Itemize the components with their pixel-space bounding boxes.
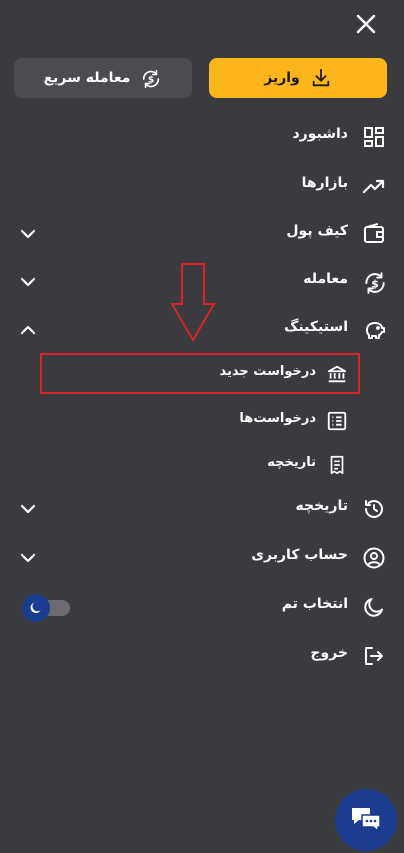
chevron-down-icon bbox=[18, 224, 38, 244]
menu-label-history: تاریخچه bbox=[295, 498, 349, 514]
menu-label-wallet: کیف پول bbox=[286, 223, 348, 239]
menu-label-markets: بازارها bbox=[301, 175, 348, 191]
annotation-highlight-box bbox=[40, 353, 360, 394]
annotation-arrow bbox=[170, 263, 216, 342]
menu-label-theme: انتخاب تم bbox=[281, 596, 348, 612]
submenu-label-requests: درخواست‌ها bbox=[239, 411, 316, 426]
wallet-icon bbox=[362, 222, 386, 246]
chevron-up-icon bbox=[18, 320, 38, 340]
trending-up-icon bbox=[362, 174, 386, 198]
user-icon bbox=[362, 546, 386, 570]
menu-item-wallet[interactable]: کیف پول bbox=[0, 214, 404, 254]
menu-item-markets[interactable]: بازارها bbox=[0, 166, 404, 206]
menu-label-logout: خروج bbox=[310, 645, 348, 661]
toggle-knob bbox=[22, 594, 50, 622]
menu-item-logout[interactable]: خروج bbox=[0, 636, 404, 676]
dashboard-icon bbox=[362, 125, 386, 149]
menu-item-history[interactable]: تاریخچه bbox=[0, 489, 404, 529]
menu-label-dashboard: داشبورد bbox=[292, 126, 349, 142]
logout-icon bbox=[362, 644, 386, 668]
chat-button[interactable] bbox=[335, 789, 397, 851]
theme-toggle[interactable] bbox=[22, 594, 70, 622]
submenu-item-requests[interactable]: درخواست‌ها bbox=[0, 403, 404, 439]
svg-text:$: $ bbox=[148, 75, 154, 86]
submenu-item-staking-history[interactable]: تاریخچه bbox=[0, 447, 404, 483]
menu-label-staking: استیکینگ bbox=[284, 319, 348, 335]
menu-label-account: حساب کاربری bbox=[251, 547, 348, 563]
download-icon bbox=[310, 67, 332, 89]
exchange-dollar-icon: $ bbox=[140, 67, 162, 89]
receipt-icon bbox=[326, 454, 348, 476]
side-menu-screen: واریز معامله سریع $ داشبورد بازارها کیف … bbox=[0, 0, 404, 853]
chevron-down-icon bbox=[18, 548, 38, 568]
chat-icon bbox=[352, 808, 381, 832]
history-icon bbox=[362, 497, 386, 521]
chevron-down-icon bbox=[18, 272, 38, 292]
quick-trade-label: معامله سریع bbox=[43, 70, 131, 86]
piggy-bank-icon bbox=[362, 318, 386, 342]
list-icon bbox=[326, 410, 348, 432]
moon-icon bbox=[362, 595, 386, 619]
menu-item-account[interactable]: حساب کاربری bbox=[0, 538, 404, 578]
submenu-label-staking-history: تاریخچه bbox=[267, 455, 316, 470]
chevron-down-icon bbox=[18, 499, 38, 519]
svg-text:$: $ bbox=[371, 277, 379, 290]
exchange-icon: $ bbox=[362, 270, 386, 294]
quick-trade-button[interactable]: معامله سریع $ bbox=[14, 58, 192, 98]
menu-label-trade: معامله bbox=[303, 271, 348, 287]
moon-icon bbox=[30, 602, 41, 613]
deposit-label: واریز bbox=[264, 70, 300, 86]
close-icon[interactable] bbox=[354, 12, 378, 36]
deposit-button[interactable]: واریز bbox=[209, 58, 387, 98]
menu-item-dashboard[interactable]: داشبورد bbox=[0, 117, 404, 157]
